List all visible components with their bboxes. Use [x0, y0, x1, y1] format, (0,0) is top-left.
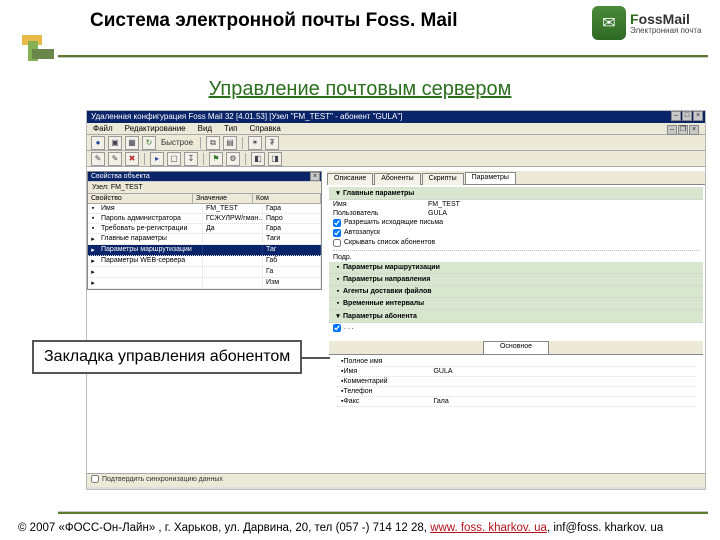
detail-area: Описание Абоненты Скрипты Параметры ▾Гла… [327, 171, 705, 487]
detail-tabs: Описание Абоненты Скрипты Параметры [327, 171, 705, 185]
tool-icon[interactable]: ✎ [91, 152, 105, 166]
inner-restore-icon[interactable]: ❐ [678, 125, 688, 135]
section-icon: ▪ [333, 300, 343, 307]
field-row: ▪ФаксГала [337, 397, 695, 407]
maximize-icon[interactable]: □ [682, 111, 692, 121]
slide-subtitle: Управление почтовым сервером [0, 78, 720, 101]
close-icon[interactable]: × [693, 111, 703, 121]
tool-icon[interactable]: ◧ [251, 152, 265, 166]
grid-header: Свойство Значение Ком [88, 193, 321, 204]
expand-icon[interactable]: ▾ [333, 189, 343, 197]
mail-icon [592, 6, 626, 40]
prop-row[interactable]: ▸Га [88, 267, 321, 278]
inner-minimize-icon[interactable]: – [667, 125, 677, 135]
tool-refresh-icon[interactable]: ↻ [142, 136, 156, 150]
footer-link[interactable]: www. foss. kharkov. ua [430, 522, 547, 534]
menu-file[interactable]: Файл [93, 124, 113, 133]
subscriber-fields: ▪Полное имя ▪ИмяGULA ▪Комментарий ▪Телеф… [329, 355, 703, 409]
checkbox-param[interactable] [333, 324, 341, 332]
tool-delete-icon[interactable]: ✖ [125, 152, 139, 166]
menubar[interactable]: Файл Редактирование Вид Тип Справка [87, 123, 705, 135]
tab-description[interactable]: Описание [327, 173, 373, 185]
tool-icon[interactable]: ◨ [268, 152, 282, 166]
tool-icon[interactable]: ✎ [108, 152, 122, 166]
inner-tab-main[interactable]: Основное [483, 341, 549, 354]
tab-params[interactable]: Параметры [465, 172, 516, 184]
menu-view[interactable]: Вид [198, 124, 212, 133]
field-row: ▪ИмяGULA [337, 367, 695, 377]
expand-icon[interactable]: ▾ [333, 312, 343, 320]
section-main-params: ▾Главные параметры [329, 187, 703, 200]
menu-help[interactable]: Справка [249, 124, 280, 133]
checkbox-confirm-sync[interactable] [91, 475, 99, 483]
decorative-color-block [22, 35, 50, 63]
tool-icon[interactable]: ▦ [125, 136, 139, 150]
statusbar: Подтвердить синхронизацию данных [87, 473, 705, 487]
properties-panel: Свойства объекта × Узел: FM_TEST Свойств… [87, 171, 322, 290]
inner-tabs: Основное [329, 341, 703, 355]
tool-icon[interactable]: ▤ [223, 136, 237, 150]
section-intervals: ▪Временные интервалы [329, 298, 703, 310]
section-direction: ▪Параметры направления [329, 274, 703, 286]
section-icon: ▪ [333, 276, 343, 283]
tool-icon[interactable]: ▣ [108, 136, 122, 150]
minimize-icon[interactable]: – [671, 111, 681, 121]
prop-row[interactable]: ▸Параметры WEB-сервераГаб [88, 256, 321, 267]
prop-row-selected[interactable]: ▸Параметры маршрутизацииТаг [88, 245, 321, 256]
toolbar-1: ● ▣ ▦ ↻ Быстрое ⧉ ▤ ✶ ₮ [87, 135, 705, 151]
prop-row[interactable]: ▪Требовать ре-регистрацииДаГара [88, 224, 321, 234]
checkbox-autostart[interactable] [333, 229, 341, 237]
panel-close-icon[interactable]: × [310, 172, 320, 181]
annotation-callout: Закладка управления абонентом [32, 340, 302, 374]
prop-row[interactable]: ▸Главные параметрыТаги [88, 234, 321, 245]
tool-icon[interactable]: ↧ [184, 152, 198, 166]
menu-type[interactable]: Тип [224, 124, 237, 133]
tool-icon[interactable]: ✶ [248, 136, 262, 150]
tool-icon[interactable]: ⚑ [209, 152, 223, 166]
toolbar-2: ✎ ✎ ✖ ▸ ▢ ↧ ⚑ ⚙ ◧ ◨ [87, 151, 705, 167]
checkbox-hide-list[interactable] [333, 239, 341, 247]
section-agents: ▪Агенты доставки файлов [329, 286, 703, 298]
field-user: ПользовательGULA [329, 209, 703, 218]
panel-subtitle: Узел: FM_TEST [88, 181, 321, 193]
titlebar[interactable]: Удаленная конфигурация Foss Mail 32 [4.0… [87, 111, 705, 123]
app-window: Удаленная конфигурация Foss Mail 32 [4.0… [86, 110, 706, 490]
panel-title[interactable]: Свойства объекта × [88, 172, 321, 181]
tab-scripts[interactable]: Скрипты [422, 173, 464, 185]
inner-close-icon[interactable]: × [689, 125, 699, 135]
tool-icon[interactable]: ⧉ [206, 136, 220, 150]
toolbar-label: Быстрое [159, 138, 195, 147]
checkbox-outgoing[interactable] [333, 219, 341, 227]
more-link[interactable]: Подр. [329, 253, 703, 262]
menu-edit[interactable]: Редактирование [125, 124, 186, 133]
tool-icon[interactable]: ▢ [167, 152, 181, 166]
field-row: ▪Телефон [337, 387, 695, 397]
slide-title: Система электронной почты Foss. Mail [90, 10, 590, 32]
section-icon: ▪ [333, 288, 343, 295]
tool-icon[interactable]: ▸ [150, 152, 164, 166]
tool-icon[interactable]: ⚙ [226, 152, 240, 166]
logo: FossMail Электронная почта [592, 6, 702, 40]
section-icon: ▪ [333, 264, 343, 271]
field-node: ИмяFM_TEST [329, 200, 703, 209]
section-routing: ▪Параметры маршрутизации [329, 262, 703, 274]
footer: © 2007 «ФОСС-Он-Лайн» , г. Харьков, ул. … [0, 522, 720, 534]
prop-row[interactable]: ▪ИмяFM_TESTГара [88, 204, 321, 214]
tab-subscribers[interactable]: Абоненты [374, 173, 420, 185]
field-row: ▪Полное имя [337, 357, 695, 367]
tool-icon[interactable]: ₮ [265, 136, 279, 150]
field-row: ▪Комментарий [337, 377, 695, 387]
prop-row[interactable]: ▸Изм [88, 278, 321, 289]
section-subscriber-params: ▾Параметры абонента [329, 310, 703, 323]
prop-row[interactable]: ▪Пароль администратораГСЖУЛРW/гман...Пар… [88, 214, 321, 224]
tool-icon[interactable]: ● [91, 136, 105, 150]
